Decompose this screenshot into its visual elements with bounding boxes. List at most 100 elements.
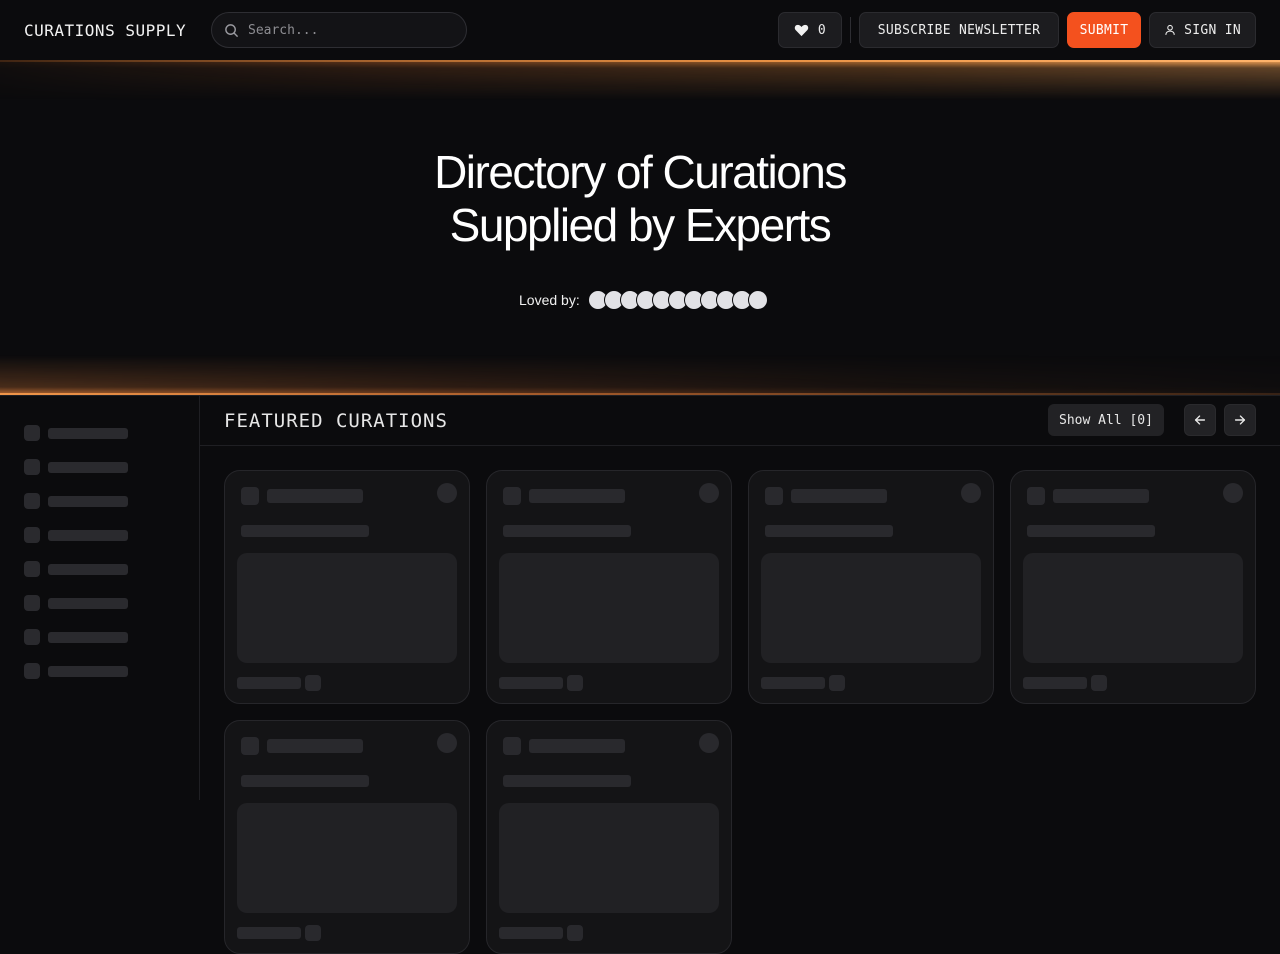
sidebar-icon-placeholder	[24, 425, 40, 441]
card-footer-placeholder	[237, 677, 301, 689]
card-footer-icon-placeholder	[1091, 675, 1107, 691]
card-icon-placeholder	[241, 737, 259, 755]
top-navbar: CURATIONS SUPPLY 0 SUBSCRIBE NEWSLETTER …	[0, 0, 1280, 60]
site-logo[interactable]: CURATIONS SUPPLY	[24, 21, 211, 40]
card-icon-placeholder	[241, 487, 259, 505]
curation-card-placeholder[interactable]	[224, 720, 470, 954]
card-icon-placeholder	[503, 737, 521, 755]
sidebar-label-placeholder	[48, 529, 128, 541]
sidebar-icon-placeholder	[24, 459, 40, 475]
sidebar-label-placeholder	[48, 665, 128, 677]
sidebar-icon-placeholder	[24, 629, 40, 645]
sidebar-item-placeholder[interactable]	[0, 586, 199, 620]
card-title-placeholder	[1053, 489, 1149, 503]
likes-button[interactable]: 0	[778, 12, 842, 48]
card-footer-placeholder	[499, 677, 563, 689]
sidebar-label-placeholder	[48, 427, 128, 439]
card-subtitle-placeholder	[241, 525, 369, 537]
prev-button[interactable]	[1184, 404, 1216, 436]
hero-glow-top	[0, 60, 1280, 100]
hero-title-line-1: Directory of Curations	[434, 146, 847, 198]
sidebar-icon-placeholder	[24, 663, 40, 679]
card-image-placeholder	[1023, 553, 1243, 663]
sign-in-label: SIGN IN	[1184, 22, 1241, 38]
sidebar-label-placeholder	[48, 563, 128, 575]
card-title-placeholder	[267, 489, 363, 503]
card-title-placeholder	[529, 489, 625, 503]
card-title-placeholder	[267, 739, 363, 753]
sidebar-item-placeholder[interactable]	[0, 518, 199, 552]
sidebar-icon-placeholder	[24, 493, 40, 509]
curation-card-placeholder[interactable]	[748, 470, 994, 704]
card-action-placeholder	[961, 483, 981, 503]
card-image-placeholder	[237, 803, 457, 913]
card-action-placeholder	[437, 483, 457, 503]
likes-count: 0	[817, 22, 827, 38]
sidebar-label-placeholder	[48, 597, 128, 609]
sidebar-item-placeholder[interactable]	[0, 450, 199, 484]
hero-glow-bottom	[0, 355, 1280, 395]
sidebar-icon-placeholder	[24, 527, 40, 543]
arrow-right-icon	[1234, 415, 1246, 425]
header-divider	[850, 17, 851, 43]
card-action-placeholder	[437, 733, 457, 753]
card-footer-placeholder	[1023, 677, 1087, 689]
show-all-button[interactable]: Show All [0]	[1048, 404, 1164, 436]
card-image-placeholder	[499, 803, 719, 913]
sidebar-icon-placeholder	[24, 561, 40, 577]
sidebar-item-placeholder[interactable]	[0, 620, 199, 654]
submit-button[interactable]: SUBMIT	[1067, 12, 1141, 48]
sign-in-button[interactable]: SIGN IN	[1149, 12, 1256, 48]
card-image-placeholder	[499, 553, 719, 663]
sidebar-item-placeholder[interactable]	[0, 552, 199, 586]
card-image-placeholder	[237, 553, 457, 663]
card-footer-icon-placeholder	[305, 675, 321, 691]
curation-card-placeholder[interactable]	[486, 720, 732, 954]
category-sidebar	[0, 395, 200, 800]
user-icon	[1165, 24, 1175, 35]
card-icon-placeholder	[765, 487, 783, 505]
card-title-placeholder	[791, 489, 887, 503]
search-box[interactable]	[211, 12, 467, 48]
card-subtitle-placeholder	[765, 525, 893, 537]
card-footer-placeholder	[237, 927, 301, 939]
next-button[interactable]	[1224, 404, 1256, 436]
curation-card-placeholder[interactable]	[486, 470, 732, 704]
card-subtitle-placeholder	[1027, 525, 1155, 537]
card-action-placeholder	[1223, 483, 1243, 503]
sidebar-label-placeholder	[48, 631, 128, 643]
arrow-left-icon	[1194, 415, 1206, 425]
card-footer-icon-placeholder	[829, 675, 845, 691]
card-action-placeholder	[699, 733, 719, 753]
loved-by-label: Loved by:	[519, 292, 580, 308]
subscribe-newsletter-button[interactable]: SUBSCRIBE NEWSLETTER	[859, 12, 1059, 48]
sidebar-item-placeholder[interactable]	[0, 416, 199, 450]
sidebar-icon-placeholder	[24, 595, 40, 611]
card-footer-placeholder	[499, 927, 563, 939]
featured-controls: Show All [0]	[1048, 404, 1256, 436]
sidebar-item-placeholder[interactable]	[0, 484, 199, 518]
hero-title-line-2: Supplied by Experts	[449, 199, 832, 251]
card-footer-icon-placeholder	[567, 925, 583, 941]
card-action-placeholder	[699, 483, 719, 503]
avatar[interactable]	[747, 290, 768, 310]
card-subtitle-placeholder	[503, 525, 631, 537]
search-icon	[225, 23, 239, 37]
heart-icon	[794, 24, 809, 36]
search-input[interactable]	[248, 22, 448, 38]
hero-title: Directory of Curations Supplied by Exper…	[0, 146, 1280, 252]
card-icon-placeholder	[503, 487, 521, 505]
featured-header: FEATURED CURATIONS Show All [0]	[200, 396, 1280, 446]
hero-glow-top-line	[0, 60, 1280, 62]
curation-card-placeholder[interactable]	[224, 470, 470, 704]
card-footer-placeholder	[761, 677, 825, 689]
loved-by: Loved by:	[519, 289, 768, 311]
card-subtitle-placeholder	[503, 775, 631, 787]
card-subtitle-placeholder	[241, 775, 369, 787]
card-icon-placeholder	[1027, 487, 1045, 505]
card-image-placeholder	[761, 553, 981, 663]
hero-section: Directory of Curations Supplied by Exper…	[0, 60, 1280, 395]
card-footer-icon-placeholder	[305, 925, 321, 941]
curation-card-placeholder[interactable]	[1010, 470, 1256, 704]
sidebar-item-placeholder[interactable]	[0, 654, 199, 688]
